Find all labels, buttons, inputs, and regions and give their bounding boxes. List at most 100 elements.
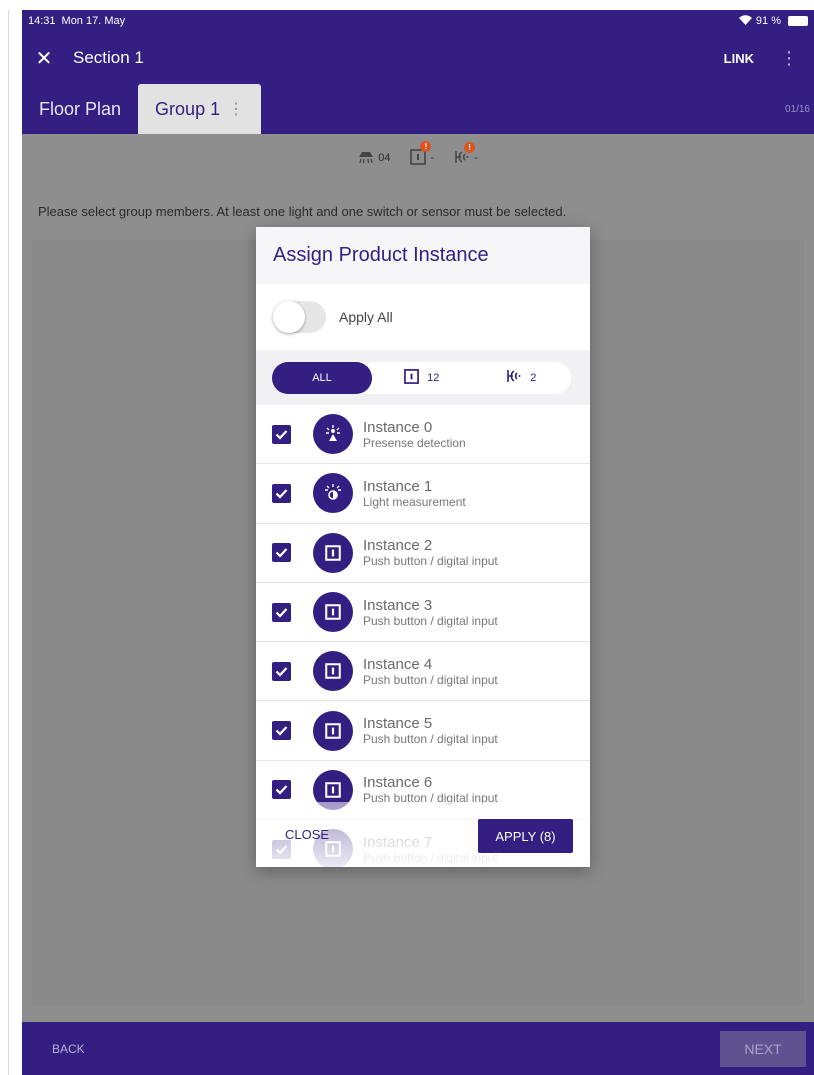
- tab-floor-plan-label: Floor Plan: [39, 98, 122, 119]
- instance-name: Instance 5: [363, 715, 433, 733]
- instance-row[interactable]: Instance 5 Push button / digital input: [256, 701, 590, 761]
- next-button[interactable]: NEXT: [720, 1030, 806, 1067]
- filter-sensors[interactable]: 2: [472, 362, 572, 394]
- instance-name: Instance 6: [363, 774, 433, 792]
- wifi-icon: [738, 14, 752, 28]
- instance-type: Push button / digital input: [363, 732, 498, 747]
- back-button[interactable]: BACK: [52, 1042, 85, 1056]
- tab-group-1-label: Group 1: [155, 98, 221, 119]
- sensors-count: -: [474, 152, 478, 164]
- switches-summary: ! -: [410, 140, 435, 168]
- instance-list: Instance 0 Presense detection Instance 1 Li…: [256, 405, 590, 867]
- apply-all-label: Apply All: [339, 309, 393, 325]
- apply-all-row: Apply All: [256, 284, 590, 350]
- instance-text: Instance 4 Push button / digital input: [363, 656, 498, 687]
- battery-percent: 91 %: [755, 15, 781, 27]
- status-time: 14:31: [28, 15, 56, 27]
- bottom-bar: BACK NEXT: [22, 1022, 814, 1075]
- tab-menu-icon[interactable]: ⋮: [228, 99, 244, 119]
- instance-text: Instance 6 Push button / digital input: [363, 774, 498, 805]
- instance-row[interactable]: Instance 3 Push button / digital input: [256, 583, 590, 643]
- sensors-alert-badge: !: [464, 141, 476, 153]
- app-bar-title: Section 1: [73, 48, 144, 67]
- switches-count: -: [430, 152, 435, 164]
- checkmark-icon: [275, 667, 288, 677]
- dialog-title: Assign Product Instance: [256, 227, 590, 284]
- tab-floor-plan[interactable]: Floor Plan: [22, 84, 138, 134]
- instance-type: Push button / digital input: [363, 613, 498, 628]
- more-options-icon[interactable]: ⋮: [780, 48, 798, 69]
- page-edge-line: [8, 10, 9, 1075]
- light-sensor-icon: [313, 473, 353, 514]
- instance-text: Instance 2 Push button / digital input: [363, 537, 498, 568]
- tab-bar: Floor Plan Group 1 ⋮ 01/16: [22, 84, 814, 134]
- filter-segmented-control: ALL 12 2: [272, 361, 572, 394]
- instance-text: Instance 5 Push button / digital input: [363, 715, 498, 746]
- instance-checkbox[interactable]: [272, 543, 291, 563]
- checkmark-icon: [275, 726, 288, 736]
- link-button[interactable]: LINK: [724, 51, 754, 66]
- instance-text: Instance 3 Push button / digital input: [363, 597, 498, 628]
- instance-checkbox[interactable]: [272, 780, 291, 800]
- instance-row[interactable]: Instance 0 Presense detection: [256, 405, 590, 465]
- apply-button[interactable]: APPLY (8): [478, 819, 573, 853]
- instance-checkbox[interactable]: [272, 483, 291, 503]
- instance-checkbox[interactable]: [272, 424, 291, 444]
- instance-name: Instance 1: [363, 477, 433, 495]
- instance-text: Instance 1 Light measurement: [363, 478, 466, 509]
- checkmark-icon: [275, 785, 288, 796]
- instance-type: Push button / digital input: [363, 672, 498, 687]
- filter-all-label: ALL: [312, 371, 332, 384]
- lights-summary: 04: [358, 150, 390, 167]
- group-summary: 04 ! - ! -: [22, 134, 814, 182]
- instance-name: Instance 0: [363, 418, 433, 436]
- ceiling-light-icon: [358, 150, 374, 167]
- filter-all[interactable]: ALL: [272, 361, 372, 394]
- instance-name: Instance 2: [363, 537, 433, 555]
- apply-all-toggle[interactable]: [273, 301, 326, 333]
- filter-sensors-count: 2: [530, 371, 537, 384]
- instructions-text: Please select group members. At least on…: [38, 204, 567, 219]
- filter-zone: ALL 12 2: [256, 350, 590, 405]
- instance-type: Presense detection: [363, 435, 466, 450]
- checkmark-icon: [275, 489, 288, 499]
- filter-switches-count: 12: [427, 371, 440, 384]
- instance-text: Instance 0 Presense detection: [363, 419, 466, 450]
- close-button[interactable]: CLOSE: [285, 827, 329, 842]
- app-window: 14:31 Mon 17. May 91 % ✕ Section 1 LINK …: [22, 10, 814, 1075]
- status-bar: 14:31 Mon 17. May 91 %: [22, 10, 814, 32]
- toggle-knob: [273, 301, 305, 333]
- instance-checkbox[interactable]: [272, 602, 291, 622]
- status-date: Mon 17. May: [61, 15, 126, 27]
- instance-name: Instance 3: [363, 596, 433, 614]
- instance-row[interactable]: Instance 4 Push button / digital input: [256, 642, 590, 702]
- switch-icon: [404, 368, 420, 387]
- checkmark-icon: [275, 607, 288, 618]
- app-bar: ✕ Section 1 LINK ⋮: [22, 32, 814, 84]
- switches-alert-badge: !: [420, 140, 432, 152]
- instance-checkbox[interactable]: [272, 721, 291, 741]
- dialog-actions: CLOSE APPLY (8): [256, 819, 590, 853]
- instance-type: Light measurement: [363, 494, 466, 509]
- sensor-icon: [506, 369, 522, 386]
- push-button-icon: [313, 532, 353, 573]
- battery-icon: [788, 16, 808, 26]
- status-right: 91 %: [738, 14, 808, 28]
- page-indicator: 01/16: [784, 103, 810, 115]
- close-icon[interactable]: ✕: [24, 46, 64, 71]
- presence-sensor-icon: [313, 414, 353, 455]
- instance-type: Push button / digital input: [363, 554, 498, 569]
- assign-product-instance-dialog: Assign Product Instance Apply All ALL 12: [256, 227, 590, 867]
- instance-name: Instance 4: [363, 655, 433, 673]
- instance-checkbox[interactable]: [272, 661, 291, 681]
- instance-row[interactable]: Instance 2 Push button / digital input: [256, 524, 590, 583]
- sensors-summary: ! -: [454, 141, 478, 167]
- instance-row[interactable]: Instance 1 Light measurement: [256, 464, 590, 524]
- push-button-icon: [313, 651, 353, 692]
- tab-group-1[interactable]: Group 1 ⋮: [138, 84, 262, 134]
- push-button-icon: [313, 592, 353, 633]
- push-button-icon: [313, 710, 353, 751]
- filter-switches[interactable]: 12: [372, 362, 472, 394]
- lights-count: 04: [378, 152, 391, 164]
- checkmark-icon: [275, 548, 288, 558]
